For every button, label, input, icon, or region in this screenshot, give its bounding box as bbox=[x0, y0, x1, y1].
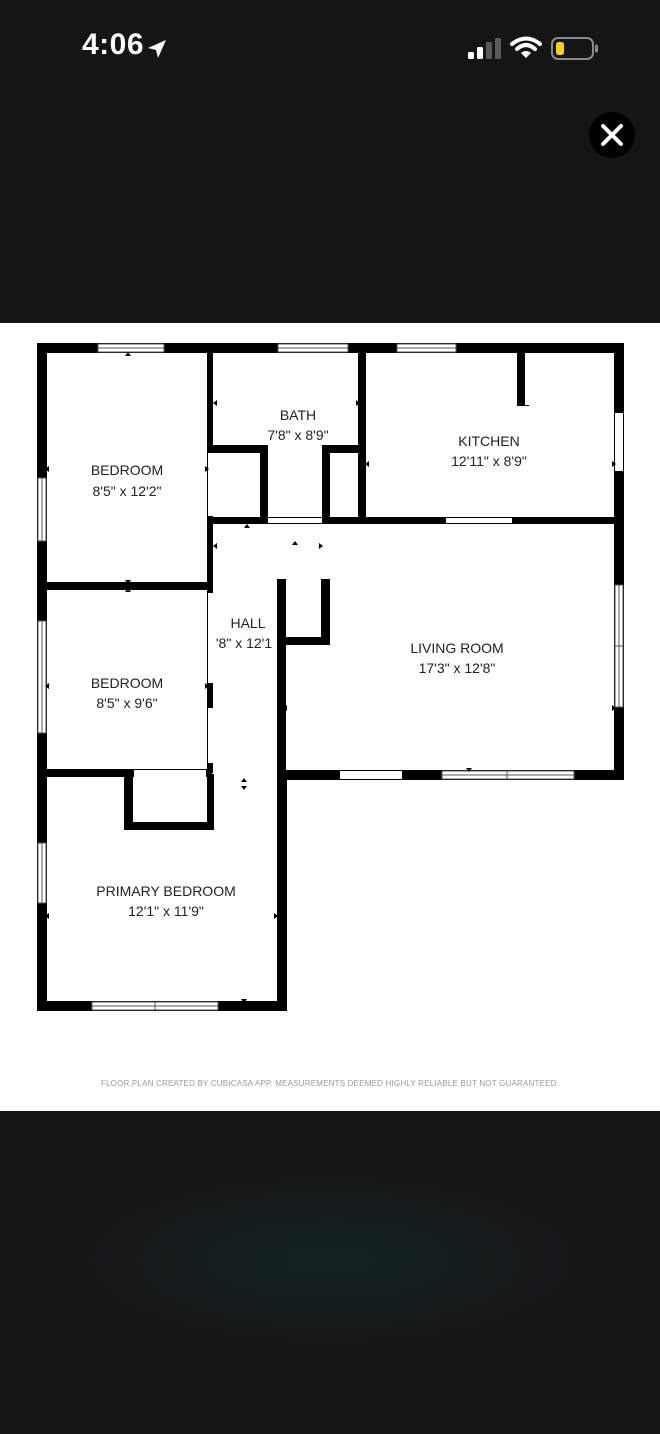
room-name-kitchen: KITCHEN bbox=[458, 433, 520, 449]
room-name-bedroom-1: BEDROOM bbox=[90, 462, 164, 478]
room-dimensions-bath: 7'8" x 8'9" bbox=[267, 427, 329, 443]
room-dimensions-bedroom-2: 8'5" x 9'6" bbox=[96, 695, 158, 711]
background-blur bbox=[40, 1160, 620, 1360]
floor-plan-image: BEDROOM 8'5" x 12'2" BATH 7'8" x 8'9" KI… bbox=[0, 323, 660, 1111]
room-name-primary-bedroom: PRIMARY BEDROOM bbox=[96, 883, 236, 899]
cellular-signal-icon bbox=[468, 38, 501, 59]
room-name-bath: BATH bbox=[279, 407, 317, 423]
room-name-bedroom-2: BEDROOM bbox=[90, 675, 164, 691]
floor-plan-disclaimer: FLOOR PLAN CREATED BY CUBICASA APP. MEAS… bbox=[100, 1079, 560, 1088]
close-icon bbox=[601, 124, 623, 146]
wifi-icon bbox=[510, 36, 542, 58]
status-time: 4:06 bbox=[82, 28, 145, 61]
room-dimensions-primary-bedroom: 12'1" x 11'9" bbox=[128, 903, 204, 919]
room-name-hall: HALL bbox=[230, 615, 266, 631]
room-dimensions-living-room: 17'3" x 12'8" bbox=[418, 660, 496, 676]
status-bar: 4:06 bbox=[0, 0, 660, 100]
close-button[interactable] bbox=[589, 112, 635, 158]
location-arrow-icon bbox=[148, 40, 166, 58]
room-dimensions-bedroom-1: 8'5" x 12'2" bbox=[92, 483, 162, 499]
battery-icon bbox=[551, 37, 598, 60]
floor-plan-drawing bbox=[37, 343, 624, 1011]
room-dimensions-hall: '8" x 12'1 bbox=[215, 635, 273, 651]
room-dimensions-kitchen: 12'11" x 8'9" bbox=[451, 453, 527, 469]
room-name-living-room: LIVING ROOM bbox=[410, 640, 504, 656]
